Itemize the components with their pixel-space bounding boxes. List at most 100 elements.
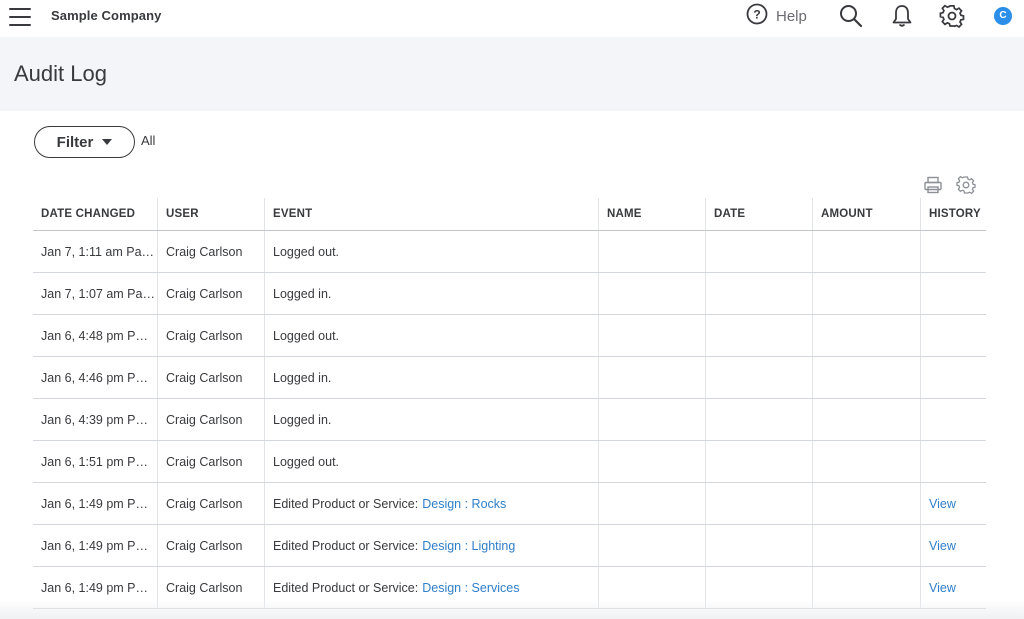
avatar[interactable]: C [994,7,1012,25]
cell-amount [812,483,920,524]
cell-date [705,399,812,440]
company-name[interactable]: Sample Company [51,8,161,23]
cell-history: View [920,567,986,608]
cell-date-changed: Jan 7, 1:11 am Pa… [41,244,155,259]
event-text: Logged in. [273,286,332,301]
cell-date-changed: Jan 6, 4:46 pm P… [41,370,149,385]
table-row[interactable]: Jan 7, 1:07 am Pa… Craig Carlson Logged in… [33,273,986,315]
cell-amount [812,315,920,356]
event-text: Logged out. [273,454,340,469]
cell-history [920,315,986,356]
cell-event: Edited Product or Service: Design : Rocks [264,483,598,524]
cell-event: Logged in. [264,273,598,314]
cell-user: Craig Carlson [157,441,264,482]
cell-history [920,357,986,398]
event-text: Logged in. [273,412,332,427]
search-icon[interactable] [838,3,864,29]
filter-value: All [141,133,156,148]
table-row[interactable]: Jan 6, 4:46 pm P… Craig Carlson Logged in. [33,357,986,399]
cell-amount [812,357,920,398]
cell-user: Craig Carlson [157,231,264,272]
cell-event: Logged out. [264,315,598,356]
page-header: Audit Log [0,37,1024,111]
cell-history [920,273,986,314]
cell-user: Craig Carlson [157,357,264,398]
table-settings-icon[interactable] [956,175,976,195]
menu-icon[interactable] [9,8,31,26]
cell-amount [812,525,920,566]
event-link[interactable]: Design : Lighting [422,539,515,553]
top-bar: Sample Company ? Help C [0,0,1024,37]
cell-event: Edited Product or Service: Design : Light… [264,525,598,566]
cell-date-changed: Jan 6, 4:39 pm P… [41,412,149,427]
table-row[interactable]: Jan 6, 4:39 pm P… Craig Carlson Logged in. [33,399,986,441]
event-text: Edited Product or Service: [273,580,419,595]
cell-event: Edited Product or Service: Design : Servi… [264,567,598,608]
event-text: Logged out. [273,328,340,343]
column-header-date[interactable]: DATE [705,198,812,230]
column-header-name[interactable]: NAME [598,198,705,230]
cell-name [598,441,705,482]
gear-icon[interactable] [939,3,965,29]
cell-date-changed: Jan 6, 1:49 pm P… [41,538,149,553]
caret-down-icon [102,139,113,145]
table-row[interactable]: Jan 6, 4:48 pm P… Craig Carlson Logged out… [33,315,986,357]
column-header-date-changed[interactable]: DATE CHANGED [33,198,157,230]
event-link[interactable]: Design : Services [422,581,519,595]
cell-name [598,567,705,608]
cell-name [598,231,705,272]
cell-amount [812,441,920,482]
cell-user: Craig Carlson [157,399,264,440]
cell-amount [812,231,920,272]
table-header-row: DATE CHANGED USER EVENT NAME DATE AMOUNT… [33,198,986,231]
cell-event: Logged in. [264,399,598,440]
cell-date [705,315,812,356]
view-history-link[interactable]: View [929,539,956,553]
event-link[interactable]: Design : Rocks [422,497,506,511]
cell-date [705,483,812,524]
cell-date [705,567,812,608]
bell-icon[interactable] [889,3,915,29]
cell-history: View [920,525,986,566]
column-header-history[interactable]: HISTORY [920,198,986,230]
cell-user: Craig Carlson [157,567,264,608]
table-row[interactable]: Jan 6, 1:49 pm P… Craig Carlson Edited Pro… [33,525,986,567]
cell-user: Craig Carlson [157,525,264,566]
event-text: Logged in. [273,370,332,385]
cell-name [598,273,705,314]
table-body: Jan 7, 1:11 am Pa… Craig Carlson Logged ou… [33,231,986,609]
cell-name [598,483,705,524]
table-row[interactable]: Jan 6, 1:49 pm P… Craig Carlson Edited Pro… [33,483,986,525]
table-row[interactable]: Jan 7, 1:11 am Pa… Craig Carlson Logged ou… [33,231,986,273]
svg-text:?: ? [753,7,760,21]
help-button[interactable]: ? Help [746,3,807,30]
cell-history [920,231,986,272]
table-row[interactable]: Jan 6, 1:51 pm P… Craig Carlson Logged out… [33,441,986,483]
cell-event: Logged out. [264,231,598,272]
cell-date-changed: Jan 6, 1:49 pm P… [41,580,149,595]
cell-date [705,441,812,482]
column-header-user[interactable]: USER [157,198,264,230]
page-title: Audit Log [14,61,107,86]
cell-user: Craig Carlson [157,483,264,524]
cell-date [705,231,812,272]
cell-name [598,525,705,566]
cell-date [705,273,812,314]
cell-user: Craig Carlson [157,315,264,356]
cell-name [598,399,705,440]
view-history-link[interactable]: View [929,581,956,595]
view-history-link[interactable]: View [929,497,956,511]
help-icon: ? [746,3,768,30]
column-header-amount[interactable]: AMOUNT [812,198,920,230]
cell-date [705,525,812,566]
event-text: Edited Product or Service: [273,496,419,511]
column-header-event[interactable]: EVENT [264,198,598,230]
cell-amount [812,399,920,440]
cell-user: Craig Carlson [157,273,264,314]
cell-date-changed: Jan 6, 4:48 pm P… [41,328,149,343]
cell-name [598,315,705,356]
filter-button[interactable]: Filter [34,126,135,158]
table-row[interactable]: Jan 6, 1:49 pm P… Craig Carlson Edited Pro… [33,567,986,609]
print-icon[interactable] [923,175,943,195]
cell-amount [812,567,920,608]
